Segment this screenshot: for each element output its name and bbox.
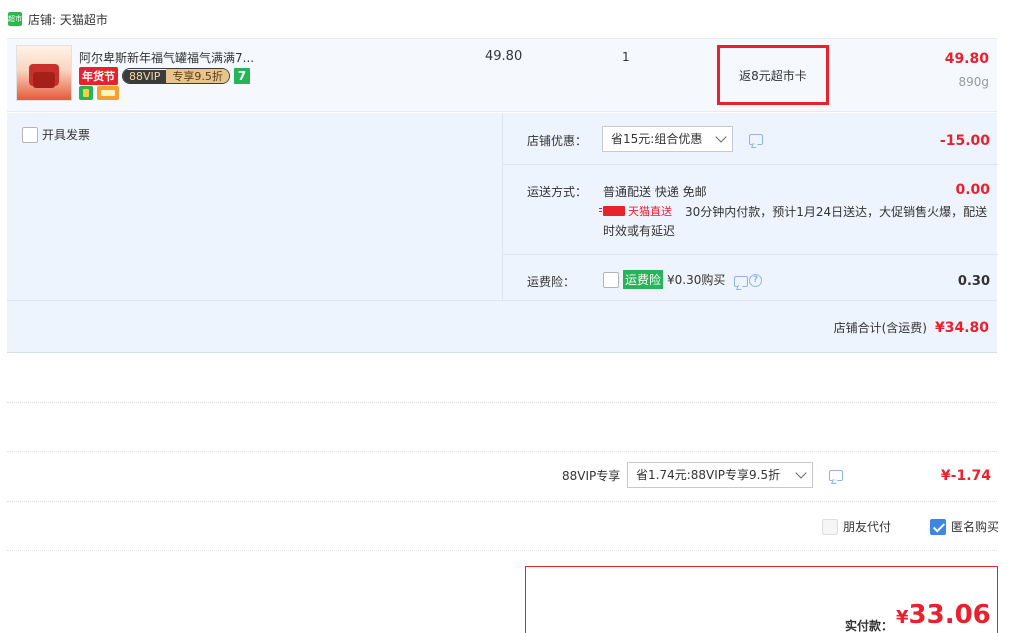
shipping-label: 运送方式： [527, 185, 588, 199]
friend-pay-option[interactable]: 朋友代付 [822, 518, 891, 535]
seven-day-return-icon: 7 [233, 68, 250, 84]
invoice-label: 开具发票 [42, 128, 91, 142]
product-thumbnail[interactable] [16, 45, 72, 101]
shop-discount-selected: 省15元:组合优惠 [611, 132, 703, 146]
shop-discount-label: 店铺优惠： [527, 134, 588, 148]
item-weight: 890g [958, 75, 989, 89]
product-image-can [33, 72, 55, 88]
pay-amount: ¥33.06 [896, 600, 991, 630]
message-icon[interactable] [734, 276, 748, 287]
order-item-row: 阿尔卑斯新年福气罐福气满满7... 年货节 88VIP 专享9.5折 7 49.… [7, 38, 997, 112]
unit-price: 49.80 [485, 49, 523, 64]
insurance-price: ¥0.30购买 [667, 273, 726, 287]
message-icon[interactable] [829, 470, 843, 481]
tmall-icon: 超市 [8, 12, 22, 26]
insurance-label: 运费险： [527, 275, 576, 289]
pay-amount-value: 33.06 [908, 600, 991, 630]
rebate-highlight: 返8元超市卡 [717, 45, 829, 105]
anonymous-buy-label: 匿名购买 [951, 520, 1000, 534]
pay-label: 实付款： [845, 619, 894, 633]
invoice-option[interactable]: 开具发票 [22, 126, 90, 143]
vip-tag-discount: 专享9.5折 [166, 69, 229, 83]
vip-discount-select[interactable]: 省1.74元:88VIP专享9.5折 [627, 462, 813, 488]
vip-tag: 88VIP 专享9.5折 [122, 68, 230, 84]
anonymous-buy-checkbox[interactable] [930, 518, 946, 535]
friend-pay-label: 朋友代付 [843, 520, 892, 534]
pay-currency: ¥ [896, 607, 909, 628]
anonymous-buy-option[interactable]: 匿名购买 [930, 518, 999, 535]
insurance-value: 0.30 [957, 274, 990, 289]
chevron-down-icon [795, 467, 807, 479]
invoice-checkbox[interactable] [22, 126, 38, 143]
divider [7, 300, 997, 301]
product-tags: 年货节 88VIP 专享9.5折 7 [79, 67, 250, 85]
line-price: 49.80 [944, 51, 989, 67]
chevron-down-icon [715, 131, 727, 143]
shop-total: 店铺合计(含运费) ¥34.80 [834, 319, 989, 336]
card-icon [97, 86, 119, 100]
shop-total-value: ¥34.80 [934, 320, 989, 336]
shipping-method[interactable]: 普通配送 快递 免邮 [603, 183, 707, 200]
shipping-note: 30分钟内付款，预计1月24日送达，大促销售火爆，配送时效或有延迟 [603, 205, 988, 238]
options-right-panel: 店铺优惠： 省15元:组合优惠 -15.00 运送方式： 普通配送 快递 免邮 … [502, 113, 998, 300]
insurance-row: 运费险： 运费险 ¥0.30购买 ? 0.30 [503, 255, 998, 300]
friend-pay-checkbox[interactable] [822, 518, 838, 535]
vip-discount-label: 88VIP专享 [562, 469, 621, 483]
insurance-option[interactable]: 运费险 ¥0.30购买 [603, 270, 725, 289]
message-icon[interactable] [749, 134, 763, 145]
shop-discount-row: 店铺优惠： 省15元:组合优惠 -15.00 [503, 113, 998, 165]
divider [7, 501, 997, 502]
payment-summary-box: 实付款： ¥33.06 [525, 566, 998, 633]
festival-tag: 年货节 [79, 67, 118, 85]
divider [7, 402, 997, 403]
shop-discount-value: -15.00 [939, 133, 990, 149]
vip-discount-value: ¥-1.74 [940, 468, 991, 484]
quantity: 1 [622, 50, 630, 64]
shipping-row: 运送方式： 普通配送 快递 免邮 天猫直送 30分钟内付款，预计1月24日送达，… [503, 165, 998, 255]
shop-header: 超市 店铺: 天猫超市 [8, 9, 108, 29]
insurance-checkbox[interactable] [603, 271, 619, 288]
guarantee-icon [79, 86, 93, 100]
shop-total-label: 店铺合计(含运费) [833, 321, 927, 335]
vip-discount-selected: 省1.74元:88VIP专享9.5折 [636, 468, 781, 482]
divider [7, 451, 997, 452]
shipping-value: 0.00 [955, 182, 990, 198]
service-icons [79, 86, 119, 100]
shop-discount-select[interactable]: 省15元:组合优惠 [602, 126, 733, 152]
product-title[interactable]: 阿尔卑斯新年福气罐福气满满7... [79, 49, 254, 66]
rebate-text: 返8元超市卡 [739, 68, 807, 83]
help-icon[interactable]: ? [749, 274, 762, 287]
vip-tag-label: 88VIP [123, 69, 167, 83]
insurance-badge: 运费险 [623, 270, 664, 289]
shop-name[interactable]: 店铺: 天猫超市 [28, 11, 108, 28]
order-options: 开具发票 店铺优惠： 省15元:组合优惠 -15.00 运送方式： 普通配送 快… [7, 113, 998, 353]
divider [7, 550, 997, 551]
